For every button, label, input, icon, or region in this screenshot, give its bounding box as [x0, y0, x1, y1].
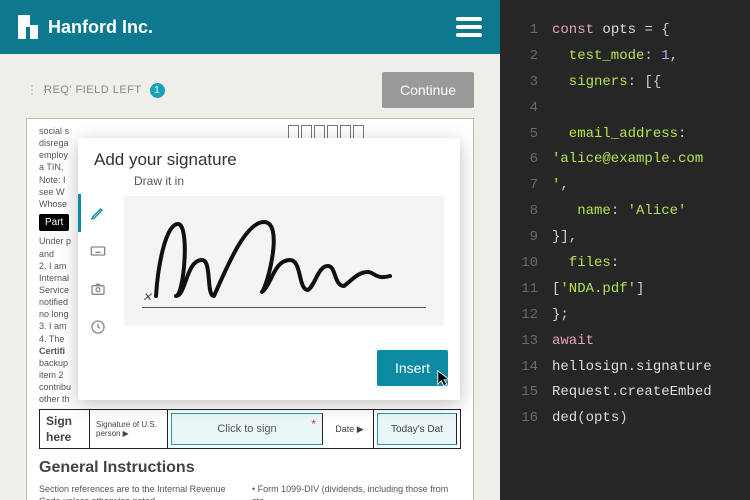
date-label: Date ▶	[326, 410, 374, 448]
doc-text: • Form 1099-DIV (dividends, including th…	[252, 483, 461, 500]
doc-text: Section references are to the Internal R…	[39, 483, 232, 500]
code-line: 2 test_mode: 1,	[510, 44, 740, 70]
signature-canvas[interactable]: ✕	[124, 196, 444, 326]
line-number: 15	[510, 380, 538, 406]
code-line: 13await	[510, 329, 740, 355]
upload-tab[interactable]	[78, 270, 118, 308]
saved-tab[interactable]	[78, 308, 118, 346]
line-number: 4	[510, 96, 538, 122]
line-number: 3	[510, 70, 538, 96]
modal-subtitle: Draw it in	[78, 174, 460, 194]
signature-method-tabs	[78, 194, 118, 346]
insert-button[interactable]: Insert	[377, 350, 448, 386]
line-number: 14	[510, 355, 538, 381]
line-number: 12	[510, 303, 538, 329]
code-line: 14hellosign.signature	[510, 355, 740, 381]
pencil-icon	[90, 205, 106, 221]
line-number: 11	[510, 277, 538, 303]
line-number: 9	[510, 225, 538, 251]
signature-stroke	[146, 214, 406, 314]
code-line: 6'alice@example.com	[510, 147, 740, 173]
keyboard-icon	[90, 243, 106, 259]
signature-of-label: Signature of U.S. person ▶	[90, 410, 168, 448]
section-badge: Part	[39, 214, 69, 232]
code-line: 16ded(opts)	[510, 406, 740, 432]
line-number: 5	[510, 122, 538, 148]
code-line: 5 email_address:	[510, 122, 740, 148]
required-fields-label: REQ' FIELD LEFT	[44, 84, 142, 96]
doc-text: social s	[39, 125, 278, 137]
draw-tab[interactable]	[78, 194, 118, 232]
line-number: 6	[510, 147, 538, 173]
app-header: Hanford Inc.	[0, 0, 500, 54]
code-line: 9}],	[510, 225, 740, 251]
signature-x-mark: ✕	[142, 290, 152, 304]
general-instructions-heading: General Instructions	[39, 457, 461, 479]
required-fields-count: 1	[150, 83, 165, 98]
signature-modal: Add your signature Draw it in	[78, 138, 460, 400]
hamburger-menu-icon[interactable]	[456, 17, 482, 37]
code-line: 10 files:	[510, 251, 740, 277]
line-number: 1	[510, 18, 538, 44]
brand: Hanford Inc.	[18, 15, 153, 39]
code-line: 1const opts = {	[510, 18, 740, 44]
line-number: 10	[510, 251, 538, 277]
code-line: 3 signers: [{	[510, 70, 740, 96]
camera-icon	[90, 281, 106, 297]
brand-logo-icon	[18, 15, 38, 39]
type-tab[interactable]	[78, 232, 118, 270]
sign-here-label: Sign here	[40, 410, 90, 448]
brand-name: Hanford Inc.	[48, 17, 153, 38]
signature-row: Sign here Signature of U.S. person ▶ Cli…	[39, 409, 461, 449]
required-fields-indicator: ⋮⋮ REQ' FIELD LEFT 1	[26, 83, 165, 98]
clock-icon	[90, 319, 106, 335]
code-line: 4	[510, 96, 740, 122]
line-number: 16	[510, 406, 538, 432]
line-number: 7	[510, 173, 538, 199]
signature-baseline	[142, 307, 426, 308]
code-line: 7',	[510, 173, 740, 199]
date-field[interactable]: Today's Dat	[377, 413, 457, 445]
line-number: 8	[510, 199, 538, 225]
code-line: 11['NDA.pdf']	[510, 277, 740, 303]
toolbar: ⋮⋮ REQ' FIELD LEFT 1 Continue	[0, 54, 500, 118]
code-line: 12};	[510, 303, 740, 329]
modal-title: Add your signature	[78, 138, 460, 174]
drag-dots-icon: ⋮⋮	[26, 88, 36, 93]
required-asterisk-icon: *	[311, 416, 316, 432]
line-number: 13	[510, 329, 538, 355]
code-line: 15Request.createEmbed	[510, 380, 740, 406]
line-number: 2	[510, 44, 538, 70]
code-line: 8 name: 'Alice'	[510, 199, 740, 225]
continue-button[interactable]: Continue	[382, 72, 474, 108]
app-left-panel: Hanford Inc. ⋮⋮ REQ' FIELD LEFT 1 Contin…	[0, 0, 500, 500]
signature-field-placeholder: Click to sign	[217, 422, 276, 437]
signature-field[interactable]: Click to sign *	[171, 413, 323, 445]
code-panel: 1const opts = {2 test_mode: 1,3 signers:…	[500, 0, 750, 500]
